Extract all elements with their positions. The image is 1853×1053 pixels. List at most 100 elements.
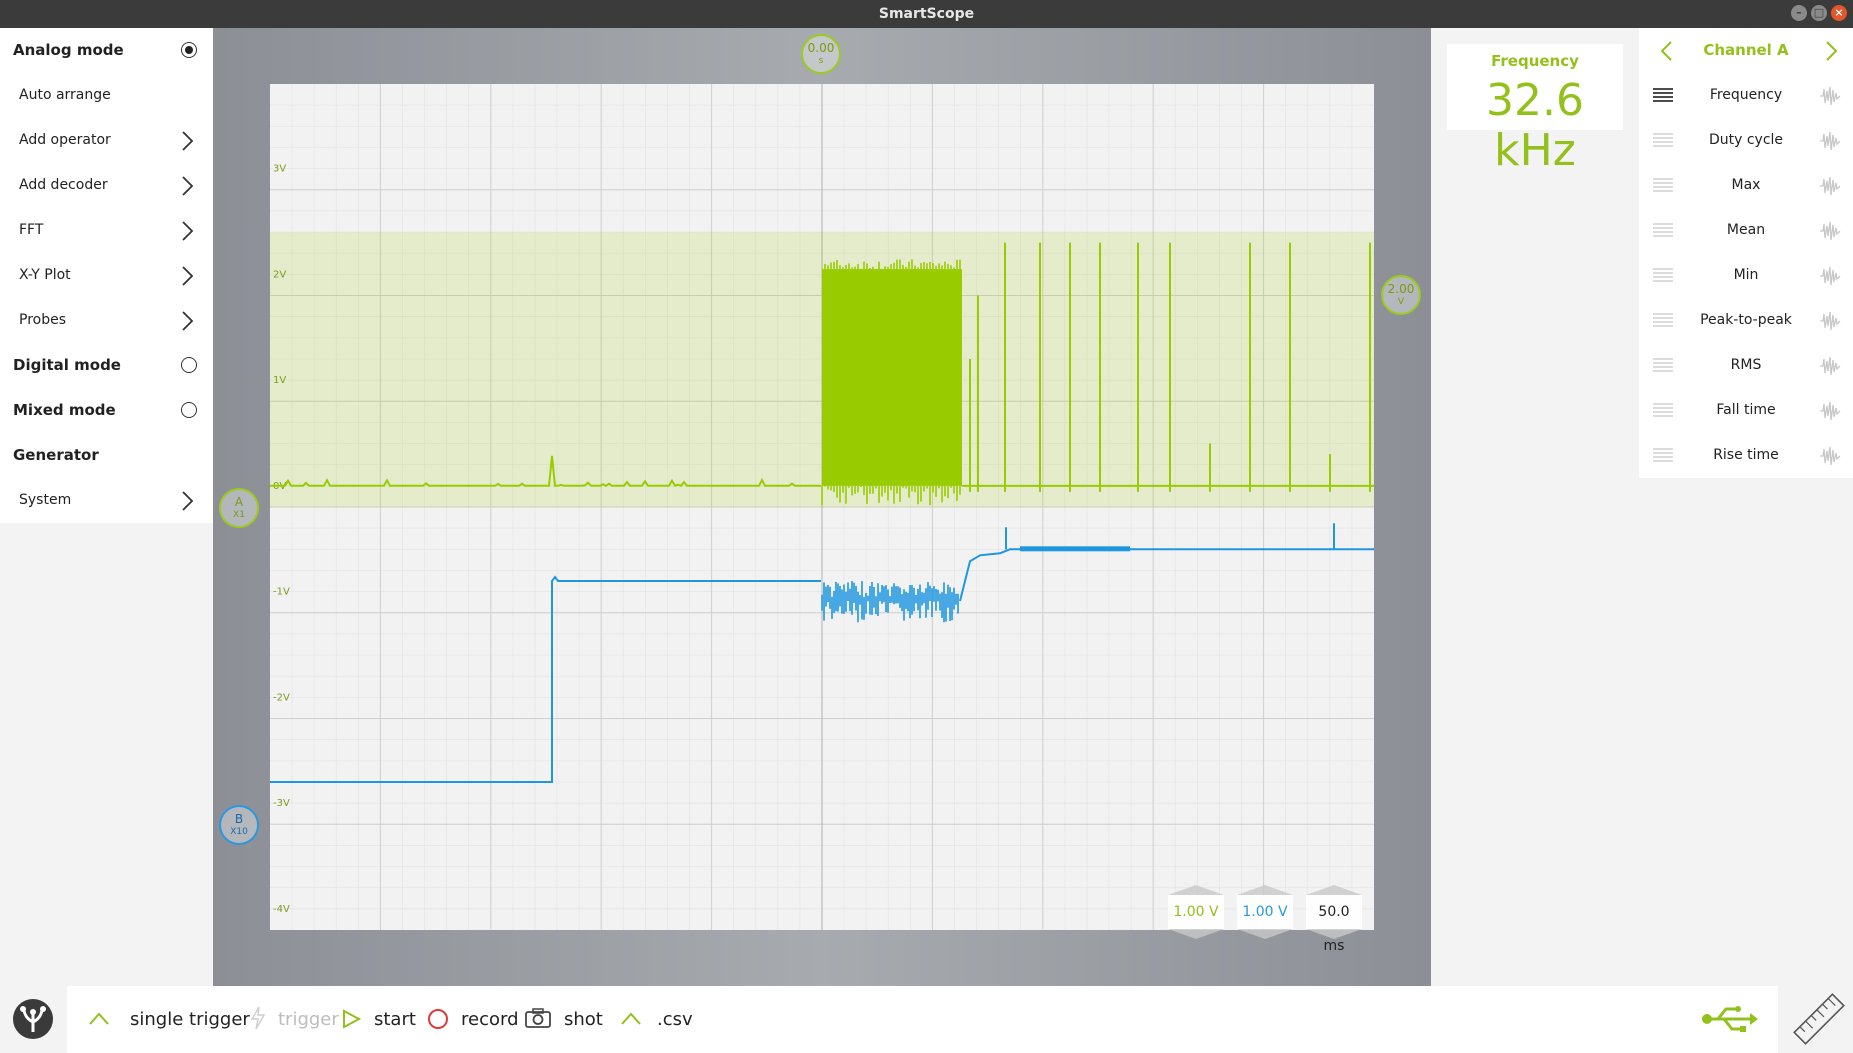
menu-item-auto-arrange[interactable]: Auto arrange bbox=[0, 73, 213, 118]
start-button[interactable]: start bbox=[374, 986, 416, 1053]
menu-item-add-decoder[interactable]: Add decoder bbox=[0, 163, 213, 208]
y-axis-label: -1V bbox=[273, 587, 290, 598]
menu-item-label: Generator bbox=[13, 446, 99, 464]
chevron-right-icon[interactable] bbox=[1821, 40, 1841, 62]
waveform-icon[interactable] bbox=[1819, 130, 1841, 152]
trigger-marker-value: 2.00 bbox=[1387, 282, 1415, 296]
scale-b-down-icon[interactable] bbox=[1237, 929, 1293, 939]
shot-button[interactable]: shot bbox=[564, 986, 603, 1053]
radio-unselected-icon[interactable] bbox=[181, 402, 197, 418]
trigger-marker-unit: V bbox=[1397, 297, 1405, 307]
channel-a-name: A bbox=[234, 495, 244, 509]
left-menu-background bbox=[0, 523, 213, 986]
measurement-item-label: Peak-to-peak bbox=[1700, 312, 1792, 328]
menu-item-generator[interactable]: Generator bbox=[0, 433, 213, 478]
y-axis-label: 2V bbox=[273, 269, 286, 280]
waveform-icon[interactable] bbox=[1819, 220, 1841, 242]
scale-a-up-icon[interactable] bbox=[1168, 885, 1224, 895]
menu-item-probes[interactable]: Probes bbox=[0, 298, 213, 343]
menu-item-label: System bbox=[19, 492, 72, 508]
menu-item-label: X-Y Plot bbox=[19, 267, 71, 283]
time-marker-unit: s bbox=[818, 56, 824, 66]
measurement-item-rms[interactable]: RMS bbox=[1639, 343, 1853, 388]
measurement-item-label: Mean bbox=[1726, 222, 1766, 238]
measurement-item-peak-to-peak[interactable]: Peak-to-peak bbox=[1639, 298, 1853, 343]
measurement-item-max[interactable]: Max bbox=[1639, 163, 1853, 208]
csv-button[interactable]: .csv bbox=[657, 986, 693, 1053]
chevron-right-icon bbox=[182, 491, 194, 511]
channel-a-scale[interactable]: 1.00 V bbox=[1168, 895, 1224, 929]
measurement-item-mean[interactable]: Mean bbox=[1639, 208, 1853, 253]
trigger-level-marker[interactable]: 2.00 V bbox=[1381, 275, 1421, 315]
channel-a-offset-marker[interactable]: A X1 bbox=[219, 488, 259, 528]
time-scale-down-icon[interactable] bbox=[1306, 929, 1362, 939]
smartscope-logo-icon[interactable] bbox=[12, 998, 54, 1040]
waveform-icon[interactable] bbox=[1819, 310, 1841, 332]
measurement-item-fall-time[interactable]: Fall time bbox=[1639, 388, 1853, 433]
csv-chevron-up-icon[interactable] bbox=[620, 1010, 642, 1026]
measurement-item-label: Frequency bbox=[1709, 87, 1783, 103]
chevron-right-icon bbox=[182, 311, 194, 331]
menu-item-x-y-plot[interactable]: X-Y Plot bbox=[0, 253, 213, 298]
channel-b-offset-marker[interactable]: B X10 bbox=[219, 805, 259, 845]
waveform-icon[interactable] bbox=[1819, 445, 1841, 467]
left-menu: Analog mode Auto arrange Add operator Add d… bbox=[0, 28, 213, 523]
record-icon[interactable] bbox=[427, 1008, 449, 1030]
menu-item-mixed-mode[interactable]: Mixed mode bbox=[0, 388, 213, 433]
menu-item-digital-mode[interactable]: Digital mode bbox=[0, 343, 213, 388]
y-axis-label: -3V bbox=[273, 798, 290, 809]
channel-b-probe: X10 bbox=[230, 827, 248, 837]
right-menu: Channel A Frequency Duty cycle Max Mean Min P… bbox=[1639, 28, 1853, 478]
measurement-item-rise-time[interactable]: Rise time bbox=[1639, 433, 1853, 478]
chevron-right-icon bbox=[182, 131, 194, 151]
time-marker[interactable]: 0.00 s bbox=[801, 34, 841, 74]
waveform-icon[interactable] bbox=[1819, 175, 1841, 197]
measurement-item-label: Min bbox=[1733, 267, 1759, 283]
waveform-icon[interactable] bbox=[1819, 400, 1841, 422]
menu-item-label: Mixed mode bbox=[13, 401, 116, 419]
waveform-icon[interactable] bbox=[1819, 265, 1841, 287]
window-titlebar: SmartScope – □ × bbox=[0, 0, 1853, 28]
channel-b-thick-segment bbox=[1020, 546, 1130, 552]
measurement-item-label: Duty cycle bbox=[1708, 132, 1784, 148]
measurement-card[interactable]: Frequency 32.6 kHz bbox=[1447, 44, 1623, 176]
menu-item-label: Probes bbox=[19, 312, 67, 328]
single-trigger-button[interactable]: single trigger bbox=[130, 986, 250, 1053]
menu-item-system[interactable]: System bbox=[0, 478, 213, 523]
measurement-item-label: Max bbox=[1731, 177, 1761, 193]
menu-item-analog-mode[interactable]: Analog mode bbox=[0, 28, 213, 73]
scale-b-up-icon[interactable] bbox=[1237, 885, 1293, 895]
chevron-up-icon[interactable] bbox=[88, 1010, 110, 1026]
ruler-icon[interactable] bbox=[1790, 990, 1848, 1048]
radio-selected-icon[interactable] bbox=[181, 42, 197, 58]
trigger-button[interactable]: trigger bbox=[278, 986, 339, 1053]
menu-item-label: Add decoder bbox=[19, 177, 108, 193]
measurement-item-min[interactable]: Min bbox=[1639, 253, 1853, 298]
waveform-icon[interactable] bbox=[1819, 355, 1841, 377]
channel-b-scale[interactable]: 1.00 V bbox=[1237, 895, 1293, 929]
measurement-item-duty-cycle[interactable]: Duty cycle bbox=[1639, 118, 1853, 163]
chevron-right-icon bbox=[182, 221, 194, 241]
measurement-item-frequency[interactable]: Frequency bbox=[1639, 73, 1853, 118]
measurement-item-label: Fall time bbox=[1716, 402, 1776, 418]
close-icon[interactable]: × bbox=[1831, 5, 1847, 21]
menu-item-add-operator[interactable]: Add operator bbox=[0, 118, 213, 163]
y-axis-label: 3V bbox=[273, 164, 286, 175]
record-button[interactable]: record bbox=[461, 986, 519, 1053]
minimize-icon[interactable]: – bbox=[1791, 5, 1807, 21]
time-scale[interactable]: 50.0 ms bbox=[1306, 895, 1362, 954]
menu-item-fft[interactable]: FFT bbox=[0, 208, 213, 253]
time-scale-up-icon[interactable] bbox=[1306, 885, 1362, 895]
waveform-icon[interactable] bbox=[1819, 85, 1841, 107]
scope-plot[interactable]: 3V2V1V0V-1V-2V-3V-4V bbox=[270, 84, 1374, 930]
channel-a-burst bbox=[822, 269, 962, 486]
channel-b-name: B bbox=[234, 812, 244, 826]
maximize-icon[interactable]: □ bbox=[1811, 5, 1827, 21]
scale-a-down-icon[interactable] bbox=[1168, 929, 1224, 939]
radio-unselected-icon[interactable] bbox=[181, 357, 197, 373]
measurement-item-label: RMS bbox=[1730, 357, 1762, 373]
play-icon[interactable] bbox=[341, 1009, 361, 1029]
camera-icon[interactable] bbox=[524, 1007, 552, 1029]
menu-item-label: FFT bbox=[19, 222, 44, 238]
channel-selector: Channel A bbox=[1639, 28, 1853, 73]
